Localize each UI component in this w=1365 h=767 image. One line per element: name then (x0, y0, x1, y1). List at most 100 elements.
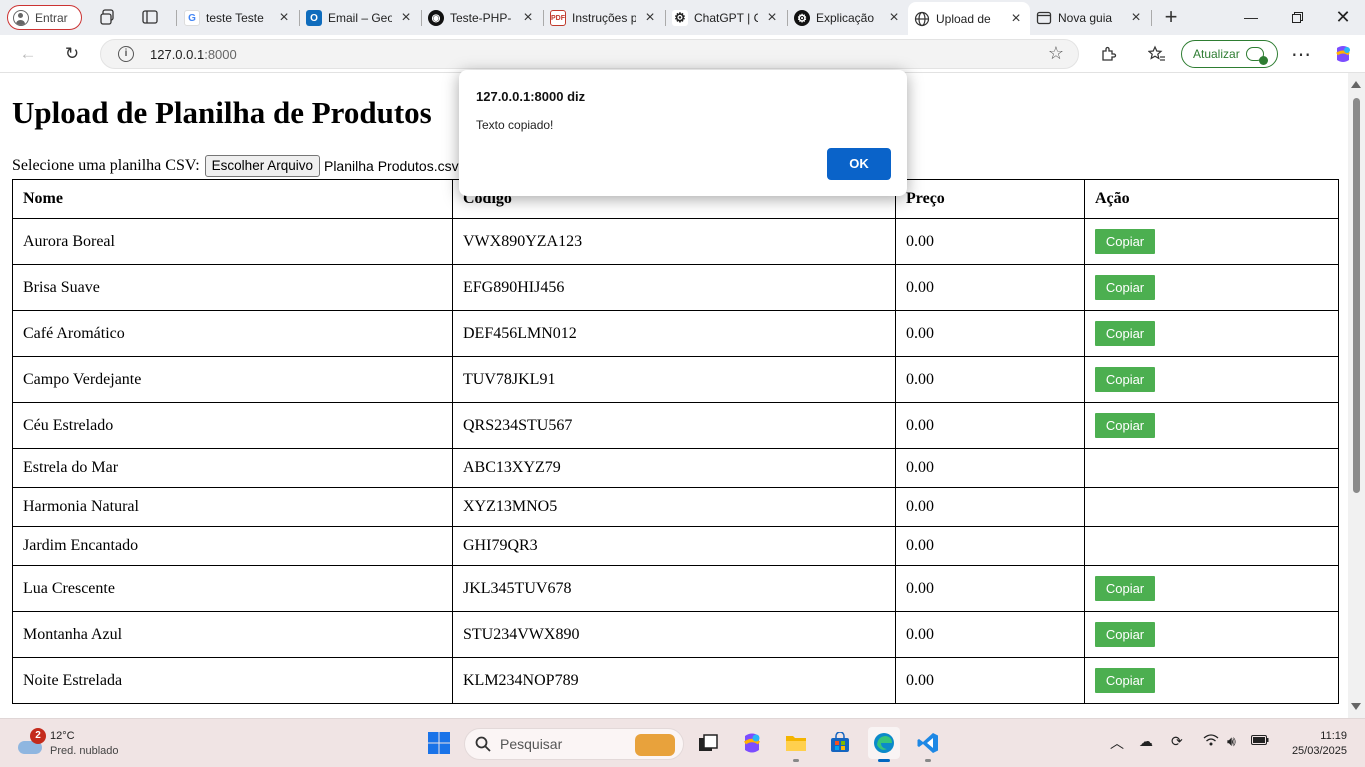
tab-separator (1151, 10, 1152, 26)
cell-preco: 0.00 (895, 218, 1085, 265)
cell-codigo: QRS234STU567 (452, 402, 896, 449)
browser-toolbar: ← ↻ i 127.0.0.1:8000 ☆ Atualizar ⋯ (0, 35, 1365, 73)
copy-button[interactable]: Copiar (1095, 229, 1155, 254)
more-menu-icon[interactable]: ⋯ (1290, 43, 1312, 66)
file-explorer-button[interactable] (780, 727, 812, 762)
vertical-tabs-icon[interactable] (140, 7, 160, 27)
tab-pdf[interactable]: PDF Instruções p × (544, 4, 664, 32)
folder-icon (786, 736, 806, 751)
cell-codigo: ABC13XYZ79 (452, 448, 896, 488)
tab-github[interactable]: ◉ Teste-PHP- × (422, 4, 542, 32)
cell-acao: Copiar (1084, 264, 1339, 311)
table-row: Café Aromático DEF456LMN012 0.00 Copiar (12, 310, 1339, 357)
tab-upload-active[interactable]: Upload de × (908, 2, 1030, 35)
tab-chatgpt[interactable]: ⚙ ChatGPT | C × (666, 4, 786, 32)
cell-preco: 0.00 (895, 310, 1085, 357)
favorite-star-icon[interactable]: ☆ (1048, 43, 1064, 64)
scroll-down-icon[interactable] (1351, 703, 1361, 710)
dialog-ok-button[interactable]: OK (827, 148, 891, 180)
cell-preco: 0.00 (895, 264, 1085, 311)
close-window-icon[interactable]: ✕ (1332, 6, 1354, 28)
back-icon[interactable]: ← (17, 43, 39, 65)
tab-title: Email – Geo (328, 11, 392, 25)
outlook-icon: O (306, 10, 322, 26)
copilot-icon (743, 733, 761, 753)
address-url[interactable]: 127.0.0.1:8000 (150, 47, 237, 62)
cell-codigo: JKL345TUV678 (452, 565, 896, 612)
volume-icon[interactable]: 🔊︎ (1227, 733, 1236, 750)
selected-file-name: Planilha Produtos.csv (323, 158, 459, 174)
clock-time: 11:19 (1320, 730, 1347, 742)
tray-network-sync-icon[interactable]: ☁ (1139, 733, 1153, 750)
restore-icon[interactable] (1286, 6, 1308, 28)
copy-button[interactable]: Copiar (1095, 321, 1155, 346)
close-tab-icon[interactable]: × (642, 9, 658, 27)
edge-icon (874, 733, 894, 753)
scroll-up-icon[interactable] (1351, 81, 1361, 88)
taskbar-search[interactable]: Pesquisar (464, 728, 684, 760)
tab-title: Teste-PHP- (450, 11, 512, 25)
favorites-icon[interactable] (1146, 43, 1168, 65)
cell-nome: Aurora Boreal (12, 218, 453, 265)
address-bar[interactable]: i 127.0.0.1:8000 ☆ (100, 39, 1079, 69)
close-tab-icon[interactable]: × (398, 9, 414, 27)
copy-button[interactable]: Copiar (1095, 413, 1155, 438)
profile-button[interactable]: Entrar (7, 5, 82, 30)
copy-button[interactable]: Copiar (1095, 668, 1155, 693)
tab-separator (176, 10, 177, 26)
store-icon (831, 732, 849, 752)
store-button[interactable] (824, 727, 856, 759)
copy-button[interactable]: Copiar (1095, 576, 1155, 601)
copilot-icon[interactable] (1332, 43, 1354, 65)
weather-widget[interactable]: 2 12°C Pred. nublado (16, 727, 136, 761)
table-row: Noite Estrelada KLM234NOP789 0.00 Copiar (12, 657, 1339, 704)
table-row: Montanha Azul STU234VWX890 0.00 Copiar (12, 611, 1339, 658)
scrollbar-thumb[interactable] (1353, 98, 1360, 493)
running-indicator (878, 759, 890, 762)
new-tab-plus-icon[interactable]: + (1161, 4, 1181, 29)
tray-update-icon[interactable]: ⟳ (1171, 733, 1183, 750)
cell-preco: 0.00 (895, 356, 1085, 403)
close-tab-icon[interactable]: × (886, 9, 902, 27)
tab-email[interactable]: O Email – Geo × (300, 4, 420, 32)
cell-acao: Copiar (1084, 657, 1339, 704)
copy-button[interactable]: Copiar (1095, 275, 1155, 300)
close-tab-icon[interactable]: × (520, 9, 536, 27)
copilot-taskbar-button[interactable] (736, 727, 768, 759)
close-tab-icon[interactable]: × (1008, 10, 1024, 28)
close-tab-icon[interactable]: × (1128, 9, 1144, 27)
site-info-icon[interactable]: i (118, 46, 134, 62)
windows-logo-icon (428, 732, 450, 754)
task-view-button[interactable] (692, 727, 724, 759)
refresh-icon[interactable]: ↻ (61, 43, 83, 65)
cell-codigo: DEF456LMN012 (452, 310, 896, 357)
vscode-icon (917, 733, 938, 753)
column-header-preco: Preço (895, 179, 1085, 219)
windows-taskbar: 2 12°C Pred. nublado Pesquisar ︿ ☁ ⟳ 🔊︎ (0, 718, 1365, 767)
extensions-icon[interactable] (1097, 43, 1119, 65)
minimize-icon[interactable]: — (1240, 6, 1262, 28)
close-tab-icon[interactable]: × (764, 9, 780, 27)
tab-new-tab[interactable]: Nova guia × (1030, 4, 1150, 32)
system-clock[interactable]: 11:19 25/03/2025 (1292, 729, 1347, 759)
copy-button[interactable]: Copiar (1095, 367, 1155, 392)
choose-file-button[interactable]: Escolher Arquivo (204, 155, 320, 177)
cell-codigo: GHI79QR3 (452, 526, 896, 566)
battery-icon[interactable] (1251, 733, 1269, 749)
tab-explicacao[interactable]: ⚙ Explicação × (788, 4, 908, 32)
update-button[interactable]: Atualizar (1181, 40, 1278, 68)
start-button[interactable] (423, 727, 455, 759)
copy-button[interactable]: Copiar (1095, 622, 1155, 647)
page-scrollbar[interactable] (1348, 73, 1365, 718)
tab-google[interactable]: G teste Teste × (178, 4, 298, 32)
workspaces-icon[interactable] (98, 7, 118, 27)
edge-button[interactable] (868, 727, 900, 762)
cell-preco: 0.00 (895, 611, 1085, 658)
tray-chevron-up-icon[interactable]: ︿ (1110, 733, 1124, 753)
tab-title: teste Teste (206, 11, 264, 25)
vscode-button[interactable] (912, 727, 944, 762)
wifi-icon[interactable] (1203, 733, 1219, 750)
tab-title: Upload de (936, 11, 991, 26)
url-host: 127.0.0.1 (150, 47, 205, 62)
close-tab-icon[interactable]: × (276, 9, 292, 27)
